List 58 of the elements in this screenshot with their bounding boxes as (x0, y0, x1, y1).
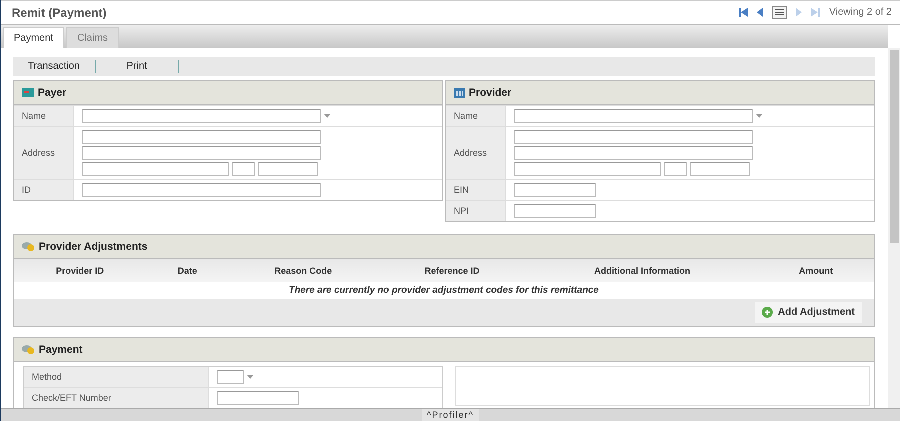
card-icon (22, 88, 34, 97)
column-header: Date (176, 266, 198, 276)
column-header: Reference ID (424, 266, 481, 276)
text-field[interactable] (514, 204, 596, 218)
state-field[interactable] (232, 162, 255, 176)
state-field[interactable] (664, 162, 687, 176)
next-icon[interactable] (796, 8, 802, 17)
scrollbar[interactable] (888, 48, 900, 408)
city-field[interactable] (514, 162, 661, 176)
text-field[interactable] (514, 183, 596, 197)
address-field[interactable] (82, 130, 321, 144)
column-header: Additional Information (593, 266, 692, 276)
dropdown-caret-icon[interactable] (756, 114, 763, 118)
dropdown-caret-icon[interactable] (324, 114, 331, 118)
field-label: Check/EFT Number (24, 388, 209, 408)
toolbar-button[interactable]: Transaction (13, 60, 96, 73)
column-header: Amount (798, 266, 834, 276)
address-field[interactable] (82, 146, 321, 160)
field-label: NPI (446, 201, 506, 221)
tab[interactable]: Payment (3, 27, 64, 48)
panel-title: Provider (469, 86, 512, 98)
text-field[interactable] (217, 391, 299, 405)
building-icon (454, 87, 465, 98)
plus-circle-icon (762, 307, 774, 318)
column-header: Reason Code (274, 266, 334, 276)
add-adjustment-button[interactable]: Add Adjustment (755, 302, 862, 323)
select-field[interactable] (217, 370, 244, 384)
city-field[interactable] (82, 162, 229, 176)
coins-icon (22, 344, 35, 355)
empty-message: There are currently no provider adjustment codes for this remittance (14, 282, 874, 299)
field-label: ID (14, 180, 74, 200)
text-field[interactable] (82, 183, 321, 197)
name-field[interactable] (514, 109, 753, 123)
section-title: Payment (39, 344, 83, 356)
field-label: Name (14, 106, 74, 126)
column-header: Provider ID (55, 266, 106, 276)
panel-title: Payer (38, 86, 67, 98)
zip-field[interactable] (258, 162, 318, 176)
toolbar-button[interactable]: Print (96, 60, 179, 73)
address-field[interactable] (514, 146, 753, 160)
first-page-icon[interactable] (739, 8, 748, 17)
window-title: Remit (Payment) (12, 6, 107, 20)
profiler-tab[interactable]: ^Profiler^ (422, 409, 479, 421)
dropdown-caret-icon[interactable] (247, 374, 254, 380)
field-label: Method (24, 367, 209, 387)
last-page-icon[interactable] (811, 8, 820, 17)
section-title: Provider Adjustments (39, 240, 148, 252)
previous-icon[interactable] (757, 8, 764, 17)
field-label: Name (446, 106, 506, 126)
list-icon[interactable] (772, 6, 788, 19)
name-field[interactable] (82, 109, 321, 123)
pager-status: Viewing 2 of 2 (829, 7, 892, 18)
field-label: Address (14, 127, 74, 179)
coins-icon (22, 241, 35, 252)
address-field[interactable] (514, 130, 753, 144)
field-label: EIN (446, 180, 506, 200)
zip-field[interactable] (690, 162, 750, 176)
field-label: Address (446, 127, 506, 179)
